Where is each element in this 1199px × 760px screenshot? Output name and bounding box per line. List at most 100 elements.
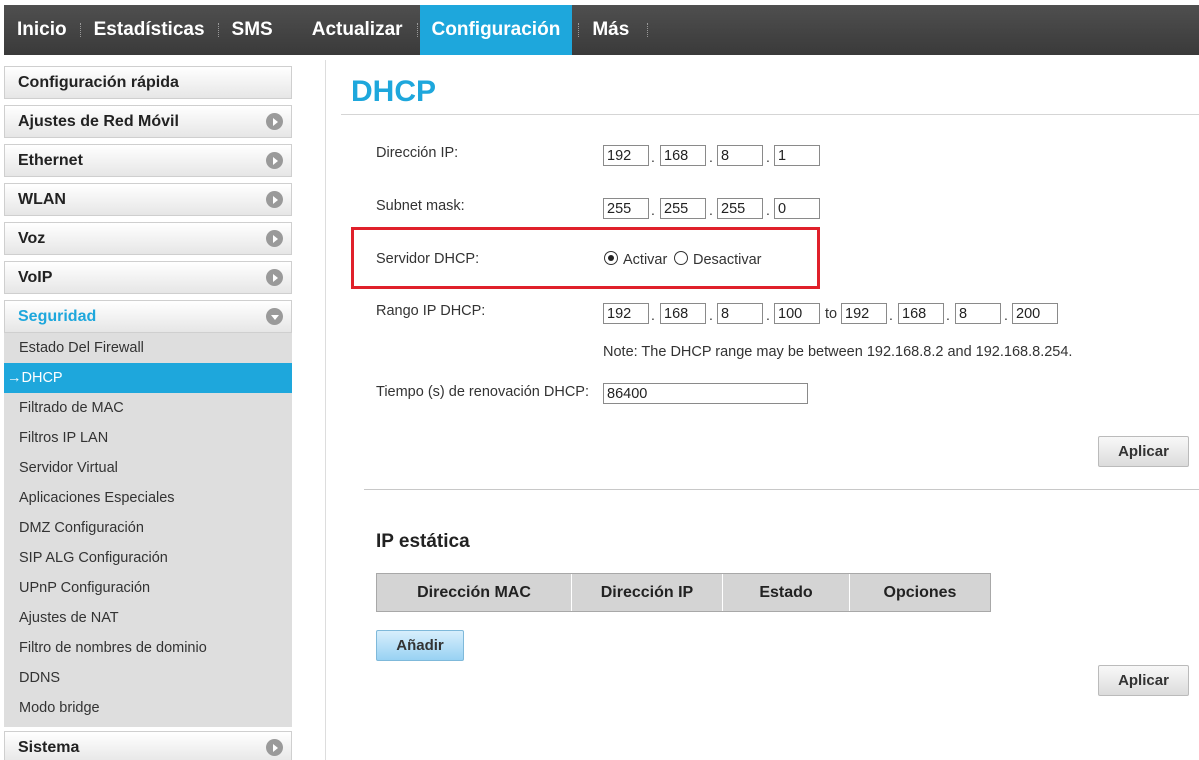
range-start-octet-2[interactable] <box>660 303 706 324</box>
tab-configuracion[interactable]: Configuración <box>419 5 573 55</box>
mask-octet-2[interactable] <box>660 198 706 219</box>
sidebar-item-wlan[interactable]: WLAN <box>4 183 292 216</box>
mask-octet-3[interactable] <box>717 198 763 219</box>
chevron-right-icon <box>266 230 283 247</box>
submenu-item-dhcp[interactable]: →DHCP <box>4 363 292 393</box>
submenu-item-nat[interactable]: Ajustes de NAT <box>4 603 292 633</box>
sidebar-item-sistema[interactable]: Sistema <box>4 731 292 760</box>
tab-sms[interactable]: SMS <box>219 5 299 55</box>
range-end-octet-2[interactable] <box>898 303 944 324</box>
section-divider <box>364 489 1199 490</box>
sidebar-item-label: Voz <box>18 229 46 247</box>
static-ip-table-header: Dirección MAC Dirección IP Estado Opcion… <box>376 573 991 612</box>
mask-dot: . <box>709 202 713 218</box>
sidebar-item-seguridad[interactable]: Seguridad <box>4 300 292 333</box>
range-dot: . <box>651 307 655 323</box>
add-button[interactable]: Añadir <box>376 630 464 661</box>
tab-estadisticas[interactable]: Estadísticas <box>81 5 218 55</box>
column-header-status: Estado <box>723 574 850 611</box>
submenu-item-sip-alg[interactable]: SIP ALG Configuración <box>4 543 292 573</box>
range-start-octet-4[interactable] <box>774 303 820 324</box>
mask-dot: . <box>766 202 770 218</box>
tab-actualizar[interactable]: Actualizar <box>299 5 417 55</box>
sidebar: Configuración rápida Ajustes de Red Móvi… <box>4 66 292 760</box>
chevron-right-icon <box>266 191 283 208</box>
chevron-right-icon <box>266 269 283 286</box>
submenu-item-virtual-server[interactable]: Servidor Virtual <box>4 453 292 483</box>
ip-octet-1[interactable] <box>603 145 649 166</box>
range-start-octet-3[interactable] <box>717 303 763 324</box>
ip-dot: . <box>651 149 655 165</box>
submenu-item-special-apps[interactable]: Aplicaciones Especiales <box>4 483 292 513</box>
dhcp-server-label: Servidor DHCP: <box>376 251 480 267</box>
sidebar-item-label: Seguridad <box>18 307 97 325</box>
lease-time-label: Tiempo (s) de renovación DHCP: <box>376 384 590 400</box>
sidebar-item-voz[interactable]: Voz <box>4 222 292 255</box>
mask-dot: . <box>651 202 655 218</box>
apply-button[interactable]: Aplicar <box>1098 436 1189 467</box>
range-dot: . <box>766 307 770 323</box>
range-start-octet-1[interactable] <box>603 303 649 324</box>
sidebar-item-configuracion-rapida[interactable]: Configuración rápida <box>4 66 292 99</box>
sidebar-item-voip[interactable]: VoIP <box>4 261 292 294</box>
ip-address-label: Dirección IP: <box>376 145 459 161</box>
column-header-ip: Dirección IP <box>572 574 723 611</box>
chevron-right-icon <box>266 739 283 756</box>
submenu-item-ddns[interactable]: DDNS <box>4 663 292 693</box>
security-submenu: Estado Del Firewall →DHCP Filtrado de MA… <box>4 333 292 727</box>
top-navigation: Inicio Estadísticas SMS Actualizar Confi… <box>4 5 1199 55</box>
lease-time-input[interactable] <box>603 383 808 404</box>
range-end-octet-3[interactable] <box>955 303 1001 324</box>
dhcp-disable-radio[interactable] <box>674 251 688 265</box>
sidebar-item-ethernet[interactable]: Ethernet <box>4 144 292 177</box>
mask-octet-1[interactable] <box>603 198 649 219</box>
range-dot: . <box>889 307 893 323</box>
title-divider <box>341 114 1199 115</box>
chevron-right-icon <box>266 152 283 169</box>
range-end-octet-1[interactable] <box>841 303 887 324</box>
static-ip-title: IP estática <box>376 531 470 552</box>
ip-dot: . <box>709 149 713 165</box>
submenu-item-mac-filter[interactable]: Filtrado de MAC <box>4 393 292 423</box>
ip-octet-3[interactable] <box>717 145 763 166</box>
submenu-item-lan-ip-filter[interactable]: Filtros IP LAN <box>4 423 292 453</box>
sidebar-item-label: Sistema <box>18 738 80 756</box>
tab-inicio[interactable]: Inicio <box>4 5 80 55</box>
submenu-item-bridge[interactable]: Modo bridge <box>4 693 292 723</box>
column-header-mac: Dirección MAC <box>377 574 572 611</box>
sidebar-item-label: VoIP <box>18 268 53 286</box>
vertical-divider <box>325 60 326 760</box>
nav-separator <box>416 23 418 37</box>
sidebar-item-label: Configuración rápida <box>18 73 179 91</box>
chevron-right-icon <box>266 113 283 130</box>
submenu-item-firewall[interactable]: Estado Del Firewall <box>4 333 292 363</box>
range-dot: . <box>1004 307 1008 323</box>
ip-octet-2[interactable] <box>660 145 706 166</box>
dhcp-range-label: Rango IP DHCP: <box>376 303 486 319</box>
dhcp-disable-label: Desactivar <box>693 252 762 268</box>
apply-static-button[interactable]: Aplicar <box>1098 665 1189 696</box>
range-to-label: to <box>825 306 838 322</box>
chevron-down-icon <box>266 308 283 325</box>
dhcp-enable-label: Activar <box>623 252 668 268</box>
dhcp-enable-radio[interactable] <box>604 251 618 265</box>
sidebar-item-label: WLAN <box>18 190 66 208</box>
subnet-mask-label: Subnet mask: <box>376 198 465 214</box>
range-dot: . <box>709 307 713 323</box>
tab-mas[interactable]: Más <box>579 5 647 55</box>
sidebar-item-label: Ajustes de Red Móvil <box>18 112 179 130</box>
mask-octet-4[interactable] <box>774 198 820 219</box>
submenu-item-domain-filter[interactable]: Filtro de nombres de dominio <box>4 633 292 663</box>
nav-separator <box>647 23 649 37</box>
sidebar-item-ajustes-red-movil[interactable]: Ajustes de Red Móvil <box>4 105 292 138</box>
page-title: DHCP <box>351 75 437 108</box>
column-header-options: Opciones <box>850 574 990 611</box>
ip-dot: . <box>766 149 770 165</box>
dhcp-range-note: Note: The DHCP range may be between 192.… <box>603 344 1073 360</box>
range-dot: . <box>946 307 950 323</box>
sidebar-item-label: Ethernet <box>18 151 83 169</box>
ip-octet-4[interactable] <box>774 145 820 166</box>
submenu-item-upnp[interactable]: UPnP Configuración <box>4 573 292 603</box>
range-end-octet-4[interactable] <box>1012 303 1058 324</box>
submenu-item-dmz[interactable]: DMZ Configuración <box>4 513 292 543</box>
